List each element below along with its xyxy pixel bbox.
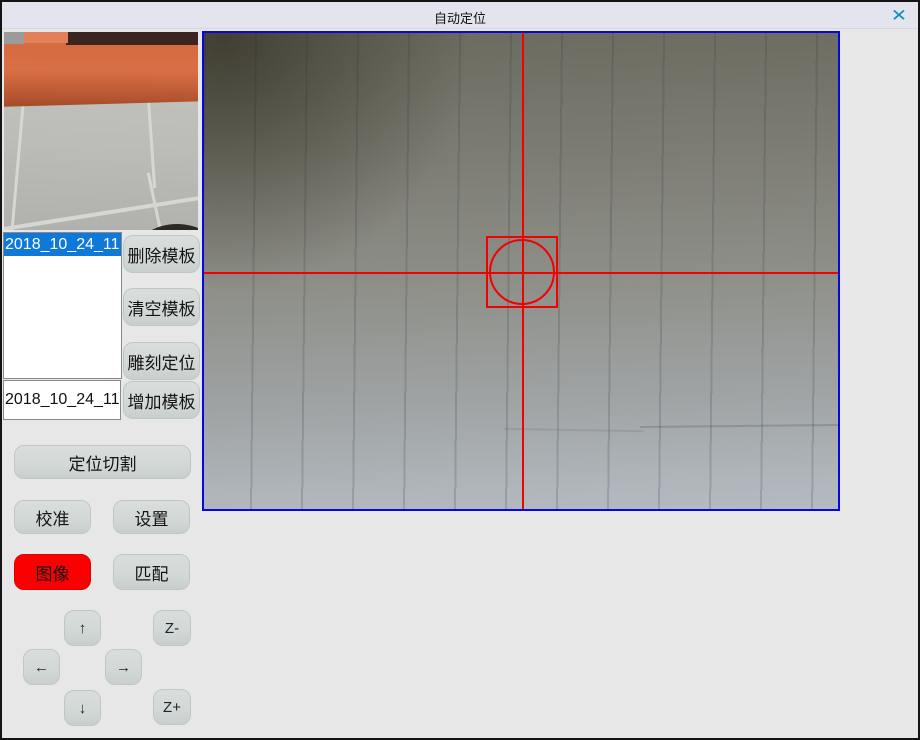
add-template-button[interactable]: 增加模板 [123, 381, 200, 419]
jog-up-button[interactable]: ↑ [64, 610, 101, 646]
thumbnail-dark-blob [134, 224, 198, 230]
locate-cut-button[interactable]: 定位切割 [14, 445, 191, 479]
thumbnail-dark-strip [66, 32, 198, 45]
dialog-title: 自动定位 [2, 8, 918, 27]
z-minus-button[interactable]: Z- [153, 610, 191, 646]
calibrate-button[interactable]: 校准 [14, 500, 91, 534]
template-listbox[interactable]: 2018_10_24_11 [3, 232, 122, 379]
close-icon[interactable]: ✕ [886, 5, 911, 27]
template-list-item-selected[interactable]: 2018_10_24_11 [4, 233, 121, 256]
target-circle-marker [489, 239, 555, 305]
engrave-locate-button[interactable]: 雕刻定位 [123, 342, 200, 380]
clear-templates-button[interactable]: 清空模板 [123, 288, 200, 326]
thumbnail-light-patch [24, 32, 68, 43]
template-thumbnail [4, 32, 198, 230]
match-button[interactable]: 匹配 [113, 554, 190, 590]
camera-view[interactable] [202, 31, 840, 511]
jog-right-button[interactable]: → [105, 649, 142, 685]
jog-down-button[interactable]: ↓ [64, 690, 101, 726]
template-name-input[interactable] [3, 380, 121, 420]
delete-template-button[interactable]: 删除模板 [123, 235, 200, 273]
thumbnail-gray-patch [4, 32, 24, 44]
camera-tile-seam [640, 424, 840, 428]
image-button[interactable]: 图像 [14, 554, 91, 590]
titlebar: 自动定位 ✕ [2, 2, 918, 29]
tile-grout-line [10, 98, 25, 230]
auto-locate-dialog: 自动定位 ✕ 2018_10_24_11 删除模板 清空模板 雕刻定位 增加模板… [0, 0, 920, 740]
z-plus-button[interactable]: Z+ [153, 689, 191, 725]
camera-tile-seam [504, 428, 644, 432]
settings-button[interactable]: 设置 [113, 500, 190, 534]
jog-left-button[interactable]: ← [23, 649, 60, 685]
